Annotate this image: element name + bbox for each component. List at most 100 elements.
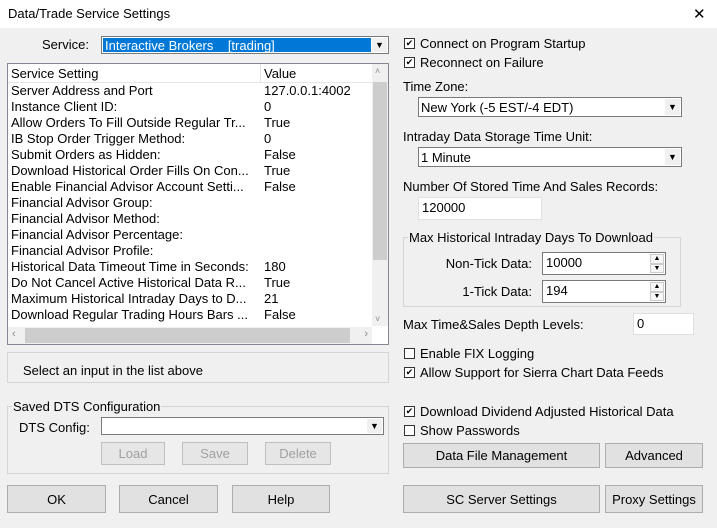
help-button[interactable]: Help xyxy=(232,485,330,513)
records-input[interactable]: 120000 xyxy=(418,197,542,220)
table-row[interactable]: Do Not Cancel Active Historical Data R..… xyxy=(11,275,373,291)
checkbox-unchecked-icon[interactable] xyxy=(404,348,415,359)
table-row[interactable]: Enable Financial Advisor Account Setti..… xyxy=(11,179,373,195)
setting-name: Financial Advisor Percentage: xyxy=(11,227,183,242)
setting-name: Submit Orders as Hidden: xyxy=(11,147,161,162)
time-zone-label: Time Zone: xyxy=(403,79,469,94)
connect-startup-checkbox[interactable]: ✔ Connect on Program Startup xyxy=(404,36,585,51)
setting-name: Do Not Cancel Active Historical Data R..… xyxy=(11,275,246,290)
checkbox-checked-icon[interactable]: ✔ xyxy=(404,57,415,68)
storage-unit-label: Intraday Data Storage Time Unit: xyxy=(403,129,593,144)
non-tick-spinner[interactable]: ▲ ▼ xyxy=(650,254,664,273)
setting-value[interactable]: 0 xyxy=(264,131,271,147)
table-row[interactable]: Financial Advisor Percentage: xyxy=(11,227,373,243)
checkbox-checked-icon[interactable]: ✔ xyxy=(404,38,415,49)
table-row[interactable]: Download Historical Order Fills On Con..… xyxy=(11,163,373,179)
checkbox-label: Show Passwords xyxy=(420,423,520,438)
scroll-left-icon[interactable]: ‹ xyxy=(12,328,16,340)
advanced-button[interactable]: Advanced xyxy=(605,443,703,468)
setting-value[interactable]: 0 xyxy=(264,99,271,115)
setting-name: Allow Orders To Fill Outside Regular Tr.… xyxy=(11,115,246,130)
setting-name: Download Historical Order Fills On Con..… xyxy=(11,163,249,178)
checkbox-unchecked-icon[interactable] xyxy=(404,425,415,436)
vertical-scrollbar[interactable]: ˄ ˅ xyxy=(372,64,388,326)
setting-value[interactable]: False xyxy=(264,307,296,323)
service-label: Service: xyxy=(42,37,89,52)
header-setting[interactable]: Service Setting xyxy=(11,66,98,81)
checkbox-checked-icon[interactable]: ✔ xyxy=(404,406,415,417)
horizontal-scrollbar[interactable]: ‹ › xyxy=(8,327,372,344)
dividend-checkbox[interactable]: ✔ Download Dividend Adjusted Historical D… xyxy=(404,404,674,419)
setting-value[interactable]: 127.0.0.1:4002 xyxy=(264,83,351,99)
sierra-feeds-checkbox[interactable]: ✔ Allow Support for Sierra Chart Data Fee… xyxy=(404,365,664,380)
table-row[interactable]: Submit Orders as Hidden: False xyxy=(11,147,373,163)
setting-value[interactable]: 21 xyxy=(264,291,278,307)
time-zone-value: New York (-5 EST/-4 EDT) xyxy=(421,99,574,115)
checkbox-label: Allow Support for Sierra Chart Data Feed… xyxy=(420,365,664,380)
service-value: Interactive Brokers [trading] xyxy=(103,38,371,53)
scroll-up-icon[interactable]: ˄ xyxy=(375,66,380,76)
table-row[interactable]: Maximum Historical Intraday Days to D...… xyxy=(11,291,373,307)
settings-list[interactable]: Service Setting Value Server Address and… xyxy=(7,63,389,345)
setting-name: Instance Client ID: xyxy=(11,99,118,114)
setting-value[interactable]: False xyxy=(264,147,296,163)
chevron-down-icon[interactable]: ▼ xyxy=(367,419,382,433)
fix-logging-checkbox[interactable]: Enable FIX Logging xyxy=(404,346,534,361)
spin-down-icon[interactable]: ▼ xyxy=(650,263,664,273)
reconnect-checkbox[interactable]: ✔ Reconnect on Failure xyxy=(404,55,544,70)
window-title: Data/Trade Service Settings xyxy=(8,6,171,21)
header-value[interactable]: Value xyxy=(264,66,296,81)
spin-down-icon[interactable]: ▼ xyxy=(650,291,664,301)
storage-unit-select[interactable]: 1 Minute ▼ xyxy=(418,147,682,167)
tick-value: 194 xyxy=(546,283,568,298)
hscroll-thumb[interactable] xyxy=(25,328,350,343)
checkbox-checked-icon[interactable]: ✔ xyxy=(404,367,415,378)
scroll-right-icon[interactable]: › xyxy=(364,328,368,340)
load-button[interactable]: Load xyxy=(101,442,165,465)
dts-config-select[interactable]: ▼ xyxy=(101,417,384,435)
proxy-settings-button[interactable]: Proxy Settings xyxy=(605,485,703,513)
time-zone-select[interactable]: New York (-5 EST/-4 EDT) ▼ xyxy=(418,97,682,117)
table-row[interactable]: Financial Advisor Group: xyxy=(11,195,373,211)
table-row[interactable]: IB Stop Order Trigger Method: 0 xyxy=(11,131,373,147)
ok-button[interactable]: OK xyxy=(7,485,106,513)
sc-server-settings-button[interactable]: SC Server Settings xyxy=(403,485,600,513)
data-file-management-button[interactable]: Data File Management xyxy=(403,443,600,468)
scroll-down-icon[interactable]: ˅ xyxy=(375,314,380,324)
table-row[interactable]: Server Address and Port 127.0.0.1:4002 xyxy=(11,83,373,99)
setting-name: Download Regular Trading Hours Bars ... xyxy=(11,307,249,322)
non-tick-value: 10000 xyxy=(546,255,583,270)
chevron-down-icon[interactable]: ▼ xyxy=(665,149,680,165)
table-row[interactable]: Historical Data Timeout Time in Seconds:… xyxy=(11,259,373,275)
delete-button[interactable]: Delete xyxy=(265,442,331,465)
tick-spinner[interactable]: ▲ ▼ xyxy=(650,282,664,301)
table-row[interactable]: Financial Advisor Profile: xyxy=(11,243,373,259)
show-passwords-checkbox[interactable]: Show Passwords xyxy=(404,423,520,438)
cancel-button[interactable]: Cancel xyxy=(119,485,218,513)
scroll-thumb[interactable] xyxy=(373,82,387,260)
close-icon[interactable]: ✕ xyxy=(693,5,706,23)
spin-up-icon[interactable]: ▲ xyxy=(650,254,664,264)
list-header: Service Setting Value xyxy=(8,64,373,83)
table-row[interactable]: Allow Orders To Fill Outside Regular Tr.… xyxy=(11,115,373,131)
table-row[interactable]: Financial Advisor Method: xyxy=(11,211,373,227)
spin-up-icon[interactable]: ▲ xyxy=(650,282,664,292)
setting-value[interactable]: True xyxy=(264,115,290,131)
service-select[interactable]: Interactive Brokers [trading] ▼ xyxy=(101,36,389,54)
table-row[interactable]: Download Regular Trading Hours Bars ... F… xyxy=(11,307,373,323)
dts-group-label: Saved DTS Configuration xyxy=(12,399,162,414)
chevron-down-icon[interactable]: ▼ xyxy=(665,99,680,115)
setting-name: Enable Financial Advisor Account Setti..… xyxy=(11,179,244,194)
depth-input[interactable]: 0 xyxy=(633,313,694,335)
setting-name: Financial Advisor Profile: xyxy=(11,243,154,258)
setting-value[interactable]: True xyxy=(264,275,290,291)
chevron-down-icon[interactable]: ▼ xyxy=(372,38,387,52)
table-row[interactable]: Instance Client ID: 0 xyxy=(11,99,373,115)
setting-value[interactable]: False xyxy=(264,179,296,195)
non-tick-input[interactable]: 10000 ▲ ▼ xyxy=(542,252,666,275)
setting-value[interactable]: 180 xyxy=(264,259,286,275)
checkbox-label: Download Dividend Adjusted Historical Da… xyxy=(420,404,674,419)
save-button[interactable]: Save xyxy=(182,442,248,465)
tick-input[interactable]: 194 ▲ ▼ xyxy=(542,280,666,303)
setting-value[interactable]: True xyxy=(264,163,290,179)
